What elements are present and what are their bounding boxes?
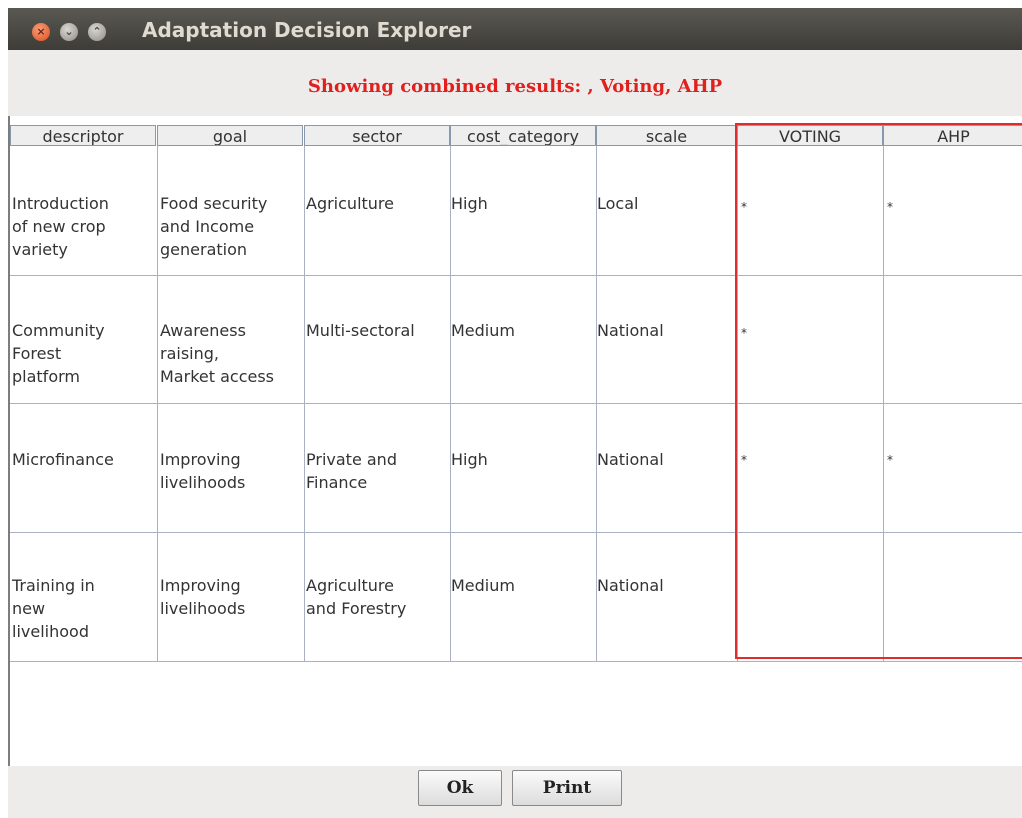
- table-row-1-descriptor[interactable]: Introduction of new crop variety: [12, 192, 109, 261]
- table-row-2-sector[interactable]: Multi-sectoral: [306, 319, 415, 342]
- cell-text: of new crop: [12, 217, 106, 236]
- cell-text: livelihood: [12, 622, 89, 641]
- cell-text: and Income: [160, 217, 255, 236]
- table-row-4-descriptor[interactable]: Training in new livelihood: [12, 574, 95, 643]
- results-table: descriptor goal sector cost_category sca…: [8, 116, 1022, 766]
- cell-text: platform: [12, 367, 80, 386]
- table-row-2-descriptor[interactable]: Community Forest platform: [12, 319, 105, 388]
- table-row-4-scale[interactable]: National: [597, 574, 664, 597]
- cell-text: Improving: [160, 450, 241, 469]
- column-header-scale[interactable]: scale: [596, 125, 737, 146]
- cell-text: Agriculture: [306, 576, 394, 595]
- column-header-descriptor[interactable]: descriptor: [10, 125, 156, 146]
- results-heading: Showing combined results: , Voting, AHP: [307, 76, 723, 97]
- cell-text: Forest: [12, 344, 62, 363]
- table-row-1-sector[interactable]: Agriculture: [306, 192, 394, 215]
- app-window: × ⌄ ⌃ Adaptation Decision Explorer Showi…: [8, 8, 1022, 818]
- cell-text: Introduction: [12, 194, 109, 213]
- table-row-1-scale[interactable]: Local: [597, 192, 638, 215]
- table-row-1-cost[interactable]: High: [451, 192, 488, 215]
- cell-text: Training in: [12, 576, 95, 595]
- ok-button[interactable]: Ok: [418, 770, 502, 806]
- cell-text: Microfinance: [12, 450, 114, 469]
- table-row-4-goal[interactable]: Improving livelihoods: [160, 574, 245, 620]
- cell-text: livelihoods: [160, 599, 246, 618]
- cell-text: and Forestry: [306, 599, 407, 618]
- cell-text: High: [451, 194, 488, 213]
- table-row-3-goal[interactable]: Improving livelihoods: [160, 448, 245, 494]
- cell-text: variety: [12, 240, 68, 259]
- column-header-goal[interactable]: goal: [157, 125, 303, 146]
- cell-text: National: [597, 450, 664, 469]
- row-divider: [10, 661, 1022, 662]
- table-row-3-cost[interactable]: High: [451, 448, 488, 471]
- window-title: Adaptation Decision Explorer: [142, 18, 472, 42]
- cell-text: new: [12, 599, 46, 618]
- cell-text: Local: [597, 194, 639, 213]
- cell-text: Agriculture: [306, 194, 394, 213]
- cell-text: livelihoods: [160, 473, 246, 492]
- table-row-4-sector[interactable]: Agriculture and Forestry: [306, 574, 406, 620]
- table-row-3-sector[interactable]: Private and Finance: [306, 448, 397, 494]
- cell-text: raising,: [160, 344, 219, 363]
- cell-text: generation: [160, 240, 248, 259]
- table-row-3-scale[interactable]: National: [597, 448, 664, 471]
- table-row-3-descriptor[interactable]: Microfinance: [12, 448, 114, 471]
- table-row-2-cost[interactable]: Medium: [451, 319, 515, 342]
- methods-highlight-box: [735, 123, 1022, 659]
- table-row-4-cost[interactable]: Medium: [451, 574, 515, 597]
- cell-text: National: [597, 321, 664, 340]
- cell-text: Finance: [306, 473, 368, 492]
- cell-text: High: [451, 450, 488, 469]
- maximize-window-button[interactable]: ⌃: [88, 23, 106, 41]
- cell-text: National: [597, 576, 664, 595]
- cell-text: Private and: [306, 450, 397, 469]
- column-header-cost-category[interactable]: cost_category: [450, 125, 596, 146]
- minimize-window-button[interactable]: ⌄: [60, 23, 78, 41]
- cell-text: Community: [12, 321, 105, 340]
- table-row-2-goal[interactable]: Awareness raising, Market access: [160, 319, 274, 388]
- cell-text: Awareness: [160, 321, 246, 340]
- cell-text: Multi-sectoral: [306, 321, 415, 340]
- cell-text: Medium: [451, 321, 515, 340]
- table-row-2-scale[interactable]: National: [597, 319, 664, 342]
- cell-text: Medium: [451, 576, 515, 595]
- cell-text: Food security: [160, 194, 268, 213]
- title-bar[interactable]: × ⌄ ⌃ Adaptation Decision Explorer: [8, 8, 1022, 50]
- print-button[interactable]: Print: [512, 770, 622, 806]
- cell-text: Improving: [160, 576, 241, 595]
- column-header-sector[interactable]: sector: [304, 125, 450, 146]
- close-window-button[interactable]: ×: [32, 23, 50, 41]
- cell-text: Market access: [160, 367, 274, 386]
- table-row-1-goal[interactable]: Food security and Income generation: [160, 192, 267, 261]
